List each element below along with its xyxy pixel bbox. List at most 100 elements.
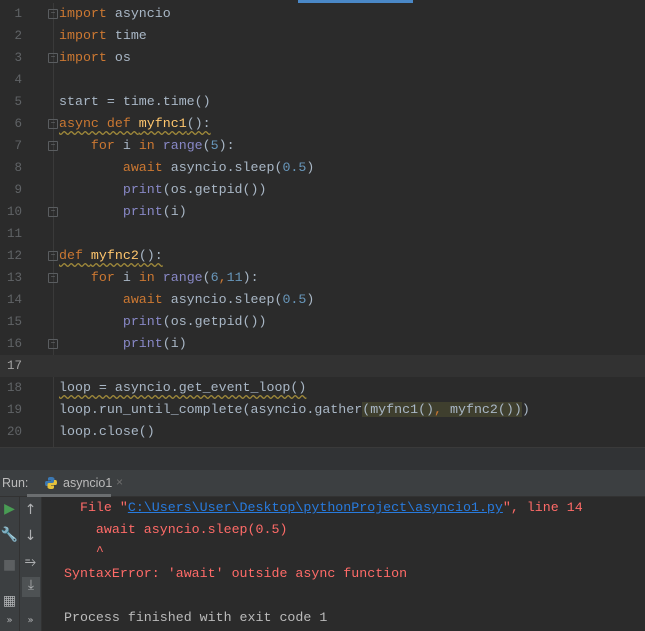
code-line[interactable]: 1 − import asyncio [0, 3, 645, 25]
stop-icon[interactable]: ■ [0, 557, 19, 573]
code-text: async def myfnc1(): [59, 113, 211, 135]
code-token: ( [202, 270, 211, 285]
fold-marker-icon[interactable]: − [48, 53, 58, 63]
arrow-up-icon[interactable]: ↑ [20, 502, 41, 518]
code-token: ) [521, 402, 530, 417]
code-token: loop.close() [59, 424, 155, 439]
code-token: (os.getpid()) [162, 182, 267, 197]
rerun-icon[interactable]: ▶ [0, 501, 19, 517]
code-text: start = time.time() [59, 91, 211, 113]
code-line[interactable]: 14 await asyncio.sleep(0.5) [0, 289, 645, 311]
code-line[interactable]: 12 − def myfnc2(): [0, 245, 645, 267]
code-text: for i in range(5): [59, 135, 235, 157]
python-icon [45, 477, 57, 489]
code-token: ( [202, 138, 211, 153]
code-line[interactable]: 8 await asyncio.sleep(0.5) [0, 157, 645, 179]
fold-marker-icon[interactable]: − [48, 141, 58, 151]
code-line[interactable]: 11 [0, 223, 645, 245]
run-tab-asyncio1[interactable]: asyncio1 × [27, 470, 123, 497]
code-token: ): [242, 270, 259, 285]
code-token: (os.getpid()) [162, 314, 267, 329]
run-toolbar-primary: ▶ 🔧 ■ ▦ » [0, 497, 20, 631]
code-line[interactable]: 13 − for i in range(6,11): [0, 267, 645, 289]
code-line[interactable]: 10 − print(i) [0, 201, 645, 223]
more-icon[interactable]: » [20, 615, 41, 626]
soft-wrap-icon[interactable]: ⥱ [20, 554, 41, 570]
code-text: print(os.getpid()) [59, 179, 267, 201]
fold-marker-icon[interactable]: − [48, 339, 58, 349]
panel-splitter[interactable] [0, 447, 645, 470]
line-number: 1 [14, 7, 22, 21]
code-token: start = time.time() [59, 94, 211, 109]
line-number: 6 [14, 117, 22, 131]
code-text: print(os.getpid()) [59, 311, 267, 333]
code-text: print(i) [59, 333, 187, 355]
traceback-code-line: await asyncio.sleep(0.5) [64, 522, 288, 537]
code-token: await [59, 292, 171, 307]
code-token: await [59, 160, 171, 175]
line-number: 15 [6, 315, 22, 329]
close-tab-icon[interactable]: × [116, 475, 123, 489]
code-token: 6 [210, 270, 219, 285]
scroll-to-end-icon[interactable]: ⤓ [22, 577, 40, 597]
code-text: loop = asyncio.get_event_loop() [59, 377, 306, 399]
line-number: 13 [6, 271, 22, 285]
code-token: , [218, 270, 227, 285]
run-toolbar-secondary: ↑ ↓ ⥱ ⤓ » [20, 497, 42, 631]
fold-marker-icon[interactable]: − [48, 119, 58, 129]
line-number: 4 [14, 73, 22, 87]
code-line[interactable]: 18 loop = asyncio.get_event_loop() [0, 377, 645, 399]
code-line[interactable]: 15 print(os.getpid()) [0, 311, 645, 333]
code-token: i [122, 138, 139, 153]
code-token: (i) [162, 204, 187, 219]
code-line[interactable]: 7 − for i in range(5): [0, 135, 645, 157]
code-token: async def [59, 116, 139, 131]
code-line[interactable]: 2 import time [0, 25, 645, 47]
run-label: Run: [2, 476, 29, 490]
code-token: time [106, 28, 147, 43]
fold-marker-icon[interactable]: − [48, 273, 58, 283]
process-exit-message: Process finished with exit code 1 [64, 610, 328, 625]
code-line[interactable]: 20 loop.close() [0, 421, 645, 443]
layout-icon[interactable]: ▦ [0, 593, 19, 609]
code-line[interactable]: 19 loop.run_until_complete(asyncio.gather… [0, 399, 645, 421]
line-number: 5 [14, 95, 22, 109]
code-token: print [59, 336, 163, 351]
code-token: ) [306, 292, 315, 307]
line-number: 12 [6, 249, 22, 263]
code-line[interactable]: 9 print(os.getpid()) [0, 179, 645, 201]
code-line[interactable]: 5 start = time.time() [0, 91, 645, 113]
code-text: def myfnc2(): [59, 245, 163, 267]
file-path-link[interactable]: C:\Users\User\Desktop\pythonProject\asyn… [128, 500, 503, 515]
line-number: 20 [6, 425, 22, 439]
code-text: for i in range(6,11): [59, 267, 259, 289]
line-number: 16 [6, 337, 22, 351]
code-token: 0.5 [282, 292, 307, 307]
run-tab-label: asyncio1 [63, 476, 113, 490]
run-console-output[interactable]: File "C:\Users\User\Desktop\pythonProjec… [42, 497, 645, 631]
fold-marker-icon[interactable]: − [48, 207, 58, 217]
code-line[interactable]: 6 − async def myfnc1(): [0, 113, 645, 135]
code-text: import asyncio [59, 3, 171, 25]
code-line[interactable]: 3 − import os [0, 47, 645, 69]
fold-marker-icon[interactable]: − [48, 9, 58, 19]
line-number: 10 [6, 205, 22, 219]
code-text: import os [59, 47, 131, 69]
code-token: asyncio [106, 6, 171, 21]
arrow-down-icon[interactable]: ↓ [20, 528, 41, 544]
code-token: myfnc2 [90, 248, 139, 263]
more-icon[interactable]: » [0, 615, 19, 626]
line-number: 2 [14, 29, 22, 43]
code-token: (i) [162, 336, 187, 351]
code-editor[interactable]: 1− import asyncio 2 import time 3− import os 4… [0, 3, 645, 447]
code-token: in [138, 270, 163, 285]
code-token: myfnc2()) [442, 402, 522, 417]
code-text: print(i) [59, 201, 187, 223]
code-token: ): [218, 138, 235, 153]
code-line[interactable]: 17 [0, 355, 645, 377]
code-token: loop.run_until_complete(asyncio.gather [59, 402, 363, 417]
wrench-icon[interactable]: 🔧 [0, 527, 19, 543]
code-line[interactable]: 4 [0, 69, 645, 91]
code-line[interactable]: 16 − print(i) [0, 333, 645, 355]
fold-marker-icon[interactable]: − [48, 251, 58, 261]
